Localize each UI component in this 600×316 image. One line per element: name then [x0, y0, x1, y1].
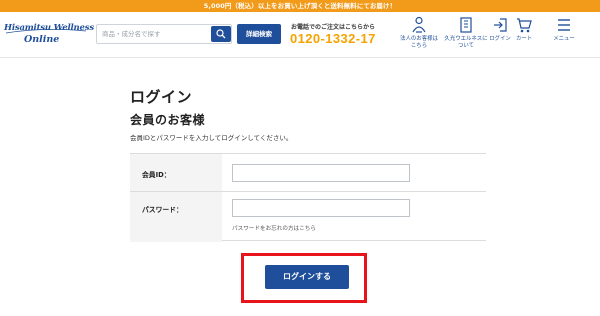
nav-menu-label: メニュー — [553, 36, 575, 42]
password-label-cell: パスワード： — [130, 192, 222, 242]
login-form: 会員ID： パスワード： パスワードをお忘れの方はこちら — [130, 153, 486, 242]
member-id-row: 会員ID： — [130, 154, 486, 192]
forgot-password-link[interactable]: パスワードをお忘れの方はこちら — [232, 224, 316, 232]
nav-menu[interactable]: メニュー — [550, 16, 578, 43]
nav-login-label: ログイン — [489, 36, 511, 42]
password-row: パスワード： パスワードをお忘れの方はこちら — [130, 192, 486, 242]
password-field[interactable] — [232, 199, 410, 217]
nav-cart-label: カート — [515, 36, 533, 42]
password-label: パスワード： — [142, 206, 183, 214]
nav-cart[interactable]: カート — [514, 16, 534, 43]
member-id-field[interactable] — [232, 164, 410, 182]
promo-banner: 5,000円（税込）以上をお買い上げ頂くと送料無料にてお届け！ — [0, 0, 600, 12]
logo-sub: Online — [24, 34, 60, 45]
login-button[interactable]: ログインする — [265, 265, 349, 289]
logo-brand: Hisamitsu Wellness — [4, 23, 94, 33]
login-icon — [494, 18, 507, 32]
section-title: 会員のお客様 — [130, 113, 206, 127]
nav-corporate-label: 法人のお客様は こちら — [400, 36, 438, 49]
login-description: 会員IDとパスワードを入力してログインしてください。 — [130, 134, 293, 142]
member-id-label: 会員ID： — [142, 171, 171, 179]
nav-about-label: 久光ウエルネスに ついて — [444, 36, 488, 49]
promo-text: 5,000円（税込）以上をお買い上げ頂くと送料無料にてお届け！ — [203, 2, 397, 10]
person-icon — [412, 16, 426, 33]
member-id-label-cell: 会員ID： — [130, 154, 222, 191]
search-input[interactable] — [97, 25, 209, 43]
site-header: Hisamitsu Wellness Online 詳細検索 お電話でのご注文は… — [0, 12, 600, 58]
search-icon — [216, 29, 226, 39]
detail-search-button[interactable]: 詳細検索 — [237, 24, 281, 44]
main-content: ログイン 会員のお客様 会員IDとパスワードを入力してログインしてください。 会… — [0, 59, 600, 316]
phone-number[interactable]: 0120-1332-17 — [290, 31, 376, 46]
page-title: ログイン — [130, 88, 193, 106]
nav-about[interactable]: 久光ウエルネスに ついて — [443, 16, 489, 50]
search-button[interactable] — [211, 26, 231, 42]
nav-login[interactable]: ログイン — [488, 16, 512, 43]
nav-corporate[interactable]: 法人のお客様は こちら — [396, 16, 442, 50]
search-box — [96, 24, 232, 44]
phone-label: お電話でのご注文はこちらから — [291, 24, 376, 31]
cart-icon — [517, 18, 532, 33]
building-icon — [460, 17, 472, 33]
site-logo[interactable]: Hisamitsu Wellness Online — [4, 21, 94, 51]
menu-icon — [558, 19, 570, 31]
